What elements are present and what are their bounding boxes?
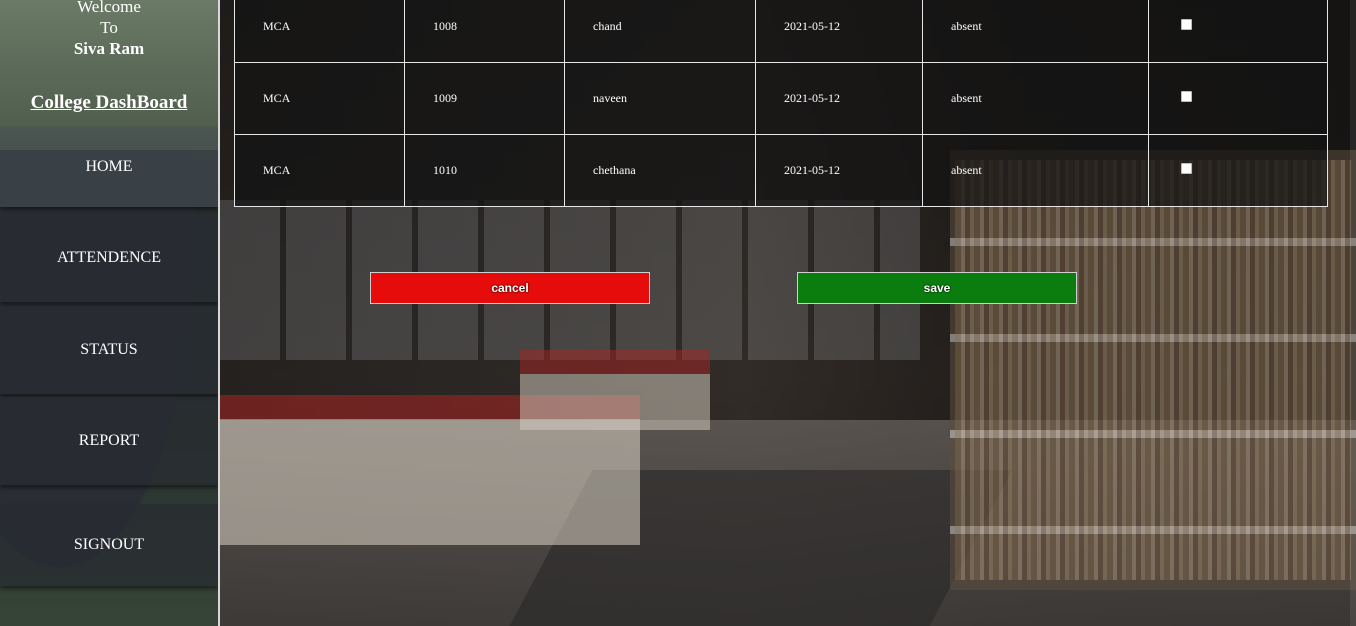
attendance-table: MCA 1008 chand 2021-05-12 absent MCA 100… bbox=[234, 0, 1328, 207]
nav-status[interactable]: STATUS bbox=[0, 306, 218, 394]
save-button[interactable]: save bbox=[797, 272, 1077, 304]
cell-status: absent bbox=[922, 62, 1149, 135]
cell-student-name: chethana bbox=[564, 134, 756, 207]
table-row: MCA 1010 chethana 2021-05-12 absent bbox=[234, 134, 1328, 207]
user-name: Siva Ram bbox=[73, 39, 145, 58]
cell-course: MCA bbox=[234, 0, 405, 63]
cell-date: 2021-05-12 bbox=[755, 62, 923, 135]
cell-checkbox bbox=[1148, 62, 1328, 135]
page-scrollbar[interactable] bbox=[1350, 0, 1356, 626]
nav-report[interactable]: REPORT bbox=[0, 397, 218, 485]
nav-home[interactable]: HOME bbox=[0, 127, 218, 207]
cell-student-id: 1010 bbox=[404, 134, 565, 207]
cell-course: MCA bbox=[234, 134, 405, 207]
cell-status: absent bbox=[922, 0, 1149, 63]
cell-status: absent bbox=[922, 134, 1149, 207]
cell-student-id: 1009 bbox=[404, 62, 565, 135]
cell-student-name: chand bbox=[564, 0, 756, 63]
cell-student-name: naveen bbox=[564, 62, 756, 135]
dashboard-title-link[interactable]: College DashBoard bbox=[0, 92, 218, 114]
cell-student-id: 1008 bbox=[404, 0, 565, 63]
welcome-line2: To bbox=[100, 18, 118, 37]
cell-checkbox bbox=[1148, 0, 1328, 63]
background-books bbox=[955, 160, 1351, 580]
cell-date: 2021-05-12 bbox=[755, 0, 923, 63]
cancel-button[interactable]: cancel bbox=[370, 272, 650, 304]
welcome-message: Welcome To Siva Ram bbox=[0, 0, 218, 59]
attendance-checkbox[interactable] bbox=[1181, 19, 1192, 30]
cell-checkbox bbox=[1148, 134, 1328, 207]
attendance-checkbox[interactable] bbox=[1181, 91, 1192, 102]
cell-date: 2021-05-12 bbox=[755, 134, 923, 207]
attendance-table-container: MCA 1008 chand 2021-05-12 absent MCA 100… bbox=[234, 0, 1328, 207]
cell-course: MCA bbox=[234, 62, 405, 135]
attendance-checkbox[interactable] bbox=[1181, 163, 1192, 174]
table-row: MCA 1009 naveen 2021-05-12 absent bbox=[234, 62, 1328, 135]
table-row: MCA 1008 chand 2021-05-12 absent bbox=[234, 0, 1328, 63]
nav-attendence[interactable]: ATTENDENCE bbox=[0, 214, 218, 302]
nav-signout[interactable]: SIGNOUT bbox=[0, 504, 218, 586]
sidebar: Welcome To Siva Ram College DashBoard HO… bbox=[0, 0, 220, 626]
background-sofa-2 bbox=[520, 350, 710, 430]
welcome-line1: Welcome bbox=[77, 0, 141, 16]
